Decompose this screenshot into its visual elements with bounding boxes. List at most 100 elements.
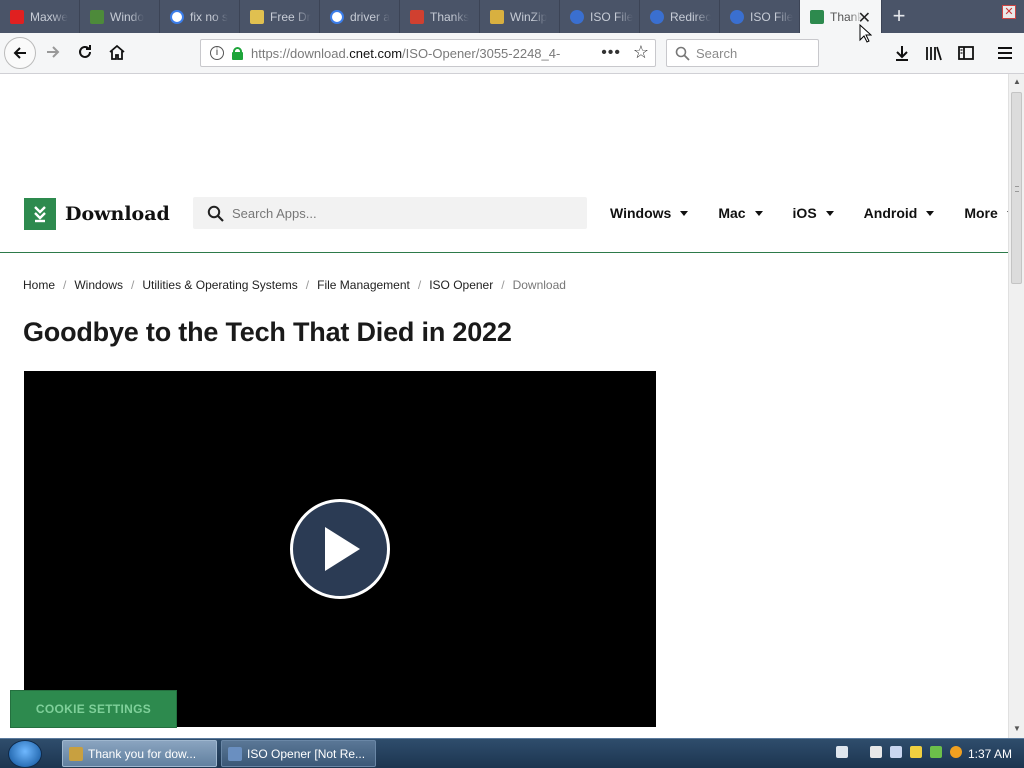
browser-tab[interactable]: WinZip	[480, 0, 560, 33]
flash-icon	[410, 9, 424, 24]
taskbar-clock[interactable]: 1:37 AM	[968, 747, 1012, 761]
breadcrumb-item[interactable]: Windows	[74, 278, 123, 292]
browser-tab[interactable]: Redirec	[640, 0, 720, 33]
breadcrumb-item[interactable]: Home	[23, 278, 55, 292]
action-center-icon[interactable]	[870, 746, 882, 758]
reload-button[interactable]	[74, 41, 96, 63]
breadcrumb-item[interactable]: ISO Opener	[429, 278, 493, 292]
google-icon	[330, 9, 344, 24]
browser-tab[interactable]: ISO File	[560, 0, 640, 33]
site-search-input[interactable]: Search Apps...	[193, 197, 587, 229]
search-icon[interactable]	[950, 746, 962, 758]
nav-item-more[interactable]: More	[964, 205, 1008, 221]
start-button[interactable]	[8, 740, 42, 768]
cookie-settings-button[interactable]: COOKIE SETTINGS	[10, 690, 177, 728]
browser-tab[interactable]: Maxwe	[0, 0, 80, 33]
breadcrumb-item[interactable]: Utilities & Operating Systems	[142, 278, 297, 292]
forward-arrow-icon	[47, 46, 60, 58]
back-button[interactable]	[4, 37, 36, 69]
download-site-icon	[810, 10, 824, 24]
url-text[interactable]: https://download.cnet.com/ISO-Opener/305…	[251, 46, 571, 61]
shield-icon[interactable]	[910, 746, 922, 758]
chevron-down-icon	[825, 210, 834, 216]
breadcrumb-item[interactable]: File Management	[317, 278, 410, 292]
globe-icon	[570, 9, 584, 24]
breadcrumb-separator: /	[417, 278, 422, 292]
site-info-icon[interactable]: i	[210, 46, 224, 60]
library-button[interactable]	[923, 42, 945, 64]
browser-tab[interactable]: Windo	[80, 0, 160, 33]
new-tab-button[interactable]: +	[888, 3, 910, 29]
nav-item-label: Windows	[610, 205, 672, 221]
app-window-icon	[228, 746, 242, 761]
play-button[interactable]	[290, 499, 390, 599]
video-player[interactable]	[24, 371, 656, 727]
tab-title: driver a	[350, 9, 391, 24]
address-bar[interactable]: i https://download.cnet.com/ISO-Opener/3…	[200, 39, 656, 67]
taskbar-window-label: Thank you for dow...	[88, 746, 197, 761]
taskbar-window-button[interactable]: Thank you for dow...	[62, 740, 217, 767]
browser-tab[interactable]: fix no s	[160, 0, 240, 33]
site-logo[interactable]: Download	[24, 197, 170, 231]
browser-tab[interactable]: Free Dr	[240, 0, 320, 33]
logo-wordmark: Download	[65, 203, 170, 225]
platform-nav: Windows Mac iOS Android More	[610, 205, 1008, 221]
bookmark-star-icon[interactable]: ☆	[633, 42, 649, 63]
library-icon	[926, 46, 942, 61]
site-header: Download Search Apps... Windows Mac iOS And…	[0, 197, 1008, 253]
home-icon	[109, 44, 125, 60]
back-arrow-icon	[13, 47, 26, 59]
page-scrollbar[interactable]: ▲ ▼	[1008, 74, 1024, 738]
chevron-down-icon	[754, 210, 763, 216]
nav-item-label: Android	[863, 205, 918, 221]
nav-item-label: More	[964, 205, 998, 221]
mouse-cursor-icon	[859, 24, 872, 43]
search-icon	[675, 46, 690, 61]
chevron-down-icon	[926, 210, 935, 216]
nav-item-android[interactable]: Android	[864, 205, 935, 221]
site-search-placeholder: Search Apps...	[232, 205, 317, 221]
windows-site-icon	[90, 9, 104, 24]
forward-button[interactable]	[42, 41, 64, 63]
breadcrumb-separator: /	[63, 278, 67, 292]
taskbar-window-button[interactable]: ISO Opener [Not Re...	[221, 740, 376, 767]
nav-item-windows[interactable]: Windows	[610, 205, 689, 221]
download-logo-icon	[24, 198, 56, 230]
keyboard-icon[interactable]	[836, 746, 848, 758]
tab-title: Redirec	[670, 9, 712, 24]
tab-title: WinZip	[510, 9, 548, 24]
browser-tab[interactable]: driver a	[320, 0, 400, 33]
google-icon	[170, 9, 184, 24]
hamburger-menu-icon	[998, 47, 1012, 59]
globe-icon	[730, 9, 744, 24]
sidebar-icon	[958, 46, 974, 60]
globe-icon	[650, 9, 664, 24]
window-close-button[interactable]: ✕	[1002, 5, 1016, 19]
browser-tab[interactable]: Thanks	[400, 0, 480, 33]
tab-title: Free Dr	[270, 9, 311, 24]
scrollbar-thumb[interactable]	[1011, 92, 1022, 284]
windows-taskbar: Thank you for dow... ISO Opener [Not Re..…	[0, 738, 1024, 768]
page-actions-icon[interactable]: •••	[601, 44, 621, 62]
breadcrumb-separator: /	[501, 278, 505, 292]
tab-title: Maxwe	[30, 9, 69, 24]
display-icon[interactable]	[890, 746, 902, 758]
browser-search-field[interactable]: Search	[666, 39, 819, 67]
nav-item-label: Mac	[718, 205, 746, 221]
nav-item-mac[interactable]: Mac	[718, 205, 763, 221]
tab-title: Windo	[110, 9, 145, 24]
scroll-up-arrow-icon[interactable]: ▲	[1013, 77, 1021, 86]
browser-tab[interactable]: ISO File	[720, 0, 800, 33]
breadcrumb: Home / Windows / Utilities & Operating Syste…	[23, 278, 566, 292]
scroll-down-arrow-icon[interactable]: ▼	[1013, 724, 1021, 733]
home-button[interactable]	[106, 41, 128, 63]
downloads-button[interactable]	[891, 42, 913, 64]
menu-button[interactable]	[994, 42, 1016, 64]
sidebar-toggle-button[interactable]	[955, 42, 977, 64]
nav-item-label: iOS	[792, 205, 817, 221]
network-icon[interactable]	[930, 746, 942, 758]
nav-item-ios[interactable]: iOS	[793, 205, 834, 221]
secure-lock-icon[interactable]	[232, 46, 243, 60]
play-icon	[325, 527, 360, 571]
search-icon	[207, 205, 224, 222]
